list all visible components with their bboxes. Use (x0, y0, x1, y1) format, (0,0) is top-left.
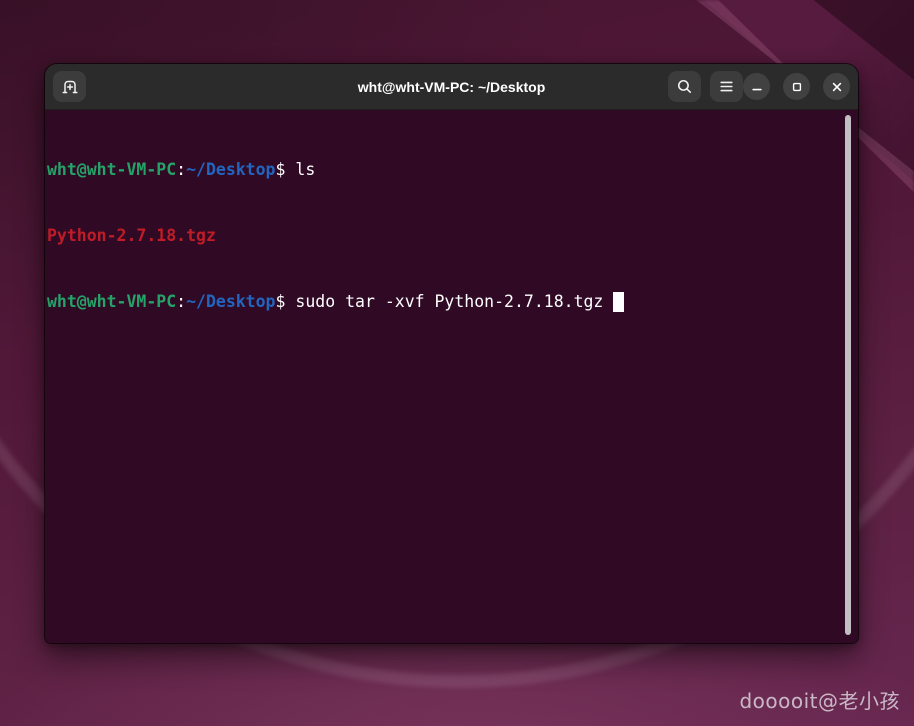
minimize-icon (751, 88, 762, 90)
titlebar[interactable]: wht@wht-VM-PC: ~/Desktop (45, 64, 858, 110)
prompt-symbol: $ (275, 292, 286, 311)
prompt-path: ~/Desktop (186, 160, 276, 179)
terminal-line-prompt-ls: wht@wht-VM-PC:~/Desktop$ ls (47, 159, 844, 181)
hamburger-menu-icon (720, 81, 733, 92)
prompt-separator: : (176, 292, 187, 311)
desktop-background: wht@wht-VM-PC: ~/Desktop wht@wht-VM-PC:~… (0, 0, 914, 726)
command-tar-extract: sudo tar -xvf Python-2.7.18.tgz (295, 292, 604, 311)
close-icon (832, 82, 841, 91)
terminal-line-prompt-tar: wht@wht-VM-PC:~/Desktop$ sudo tar -xvf Py… (47, 291, 844, 313)
prompt-user-host: wht@wht-VM-PC (47, 292, 177, 311)
scrollbar-thumb[interactable] (845, 115, 851, 635)
terminal-window: wht@wht-VM-PC: ~/Desktop wht@wht-VM-PC:~… (44, 63, 859, 644)
listed-file-name: Python-2.7.18.tgz (47, 226, 216, 245)
close-button[interactable] (823, 73, 850, 100)
terminal-content[interactable]: wht@wht-VM-PC:~/Desktop$ ls Python-2.7.18… (45, 110, 858, 642)
new-tab-icon (61, 80, 78, 93)
prompt-path: ~/Desktop (186, 292, 276, 311)
minimize-button[interactable] (743, 73, 770, 100)
terminal-line-output: Python-2.7.18.tgz (47, 225, 844, 247)
prompt-symbol: $ (275, 160, 286, 179)
search-button[interactable] (668, 71, 701, 102)
search-icon (677, 79, 692, 94)
command-ls: ls (295, 160, 316, 179)
prompt-separator: : (176, 160, 187, 179)
titlebar-controls (668, 71, 850, 102)
menu-button[interactable] (710, 71, 743, 102)
maximize-icon (792, 82, 801, 91)
prompt-user-host: wht@wht-VM-PC (47, 160, 177, 179)
maximize-button[interactable] (783, 73, 810, 100)
watermark: dooooit@老小孩 (739, 689, 900, 713)
new-tab-button[interactable] (53, 71, 86, 102)
terminal-cursor (613, 291, 625, 312)
window-title: wht@wht-VM-PC: ~/Desktop (357, 78, 546, 95)
